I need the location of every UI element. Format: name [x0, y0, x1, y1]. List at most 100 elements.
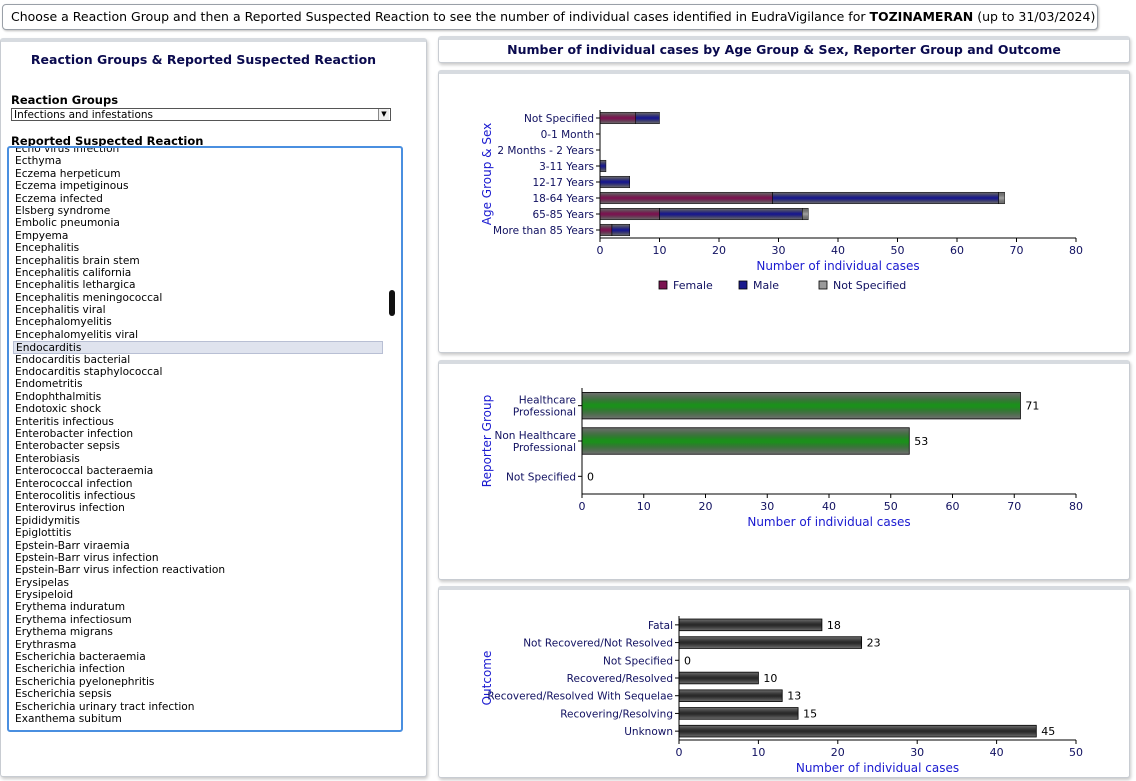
category-label: Recovered/Resolved — [567, 673, 673, 685]
x-axis-title: Number of individual cases — [747, 515, 910, 529]
x-tick-label: 0 — [579, 500, 586, 513]
legend-label: Not Specified — [833, 279, 906, 292]
bar — [678, 671, 759, 685]
reaction-list-item[interactable]: Endotoxic shock — [15, 403, 383, 415]
scrollbar-thumb[interactable] — [389, 290, 395, 316]
bar-segment — [599, 111, 636, 125]
reaction-list: Echo virus infection Ecthyma Eczema herpet… — [13, 148, 383, 725]
outcome-chart-panel: 0 10 20 30 40 50 Number of individual cases Out… — [438, 586, 1130, 778]
reaction-list-item[interactable]: Elsberg syndrome — [15, 205, 383, 217]
reaction-list-item[interactable]: Encephalitis viral — [15, 304, 383, 316]
product-name: TOZINAMERAN — [869, 9, 974, 24]
bar — [678, 707, 799, 720]
bar — [678, 724, 1037, 738]
category-label: Non Healthcare — [494, 430, 576, 442]
x-tick-label: 60 — [946, 500, 960, 513]
charts-title: Number of individual cases by Age Group … — [507, 42, 1061, 57]
reaction-list-item[interactable]: Encephalitis california — [15, 267, 383, 279]
reaction-list-item[interactable]: Enterococcal bacteraemia — [15, 465, 383, 477]
reaction-list-item[interactable]: Encephalomyelitis — [15, 316, 383, 328]
reaction-list-item[interactable]: Endocarditis bacterial — [15, 354, 383, 366]
x-tick-label: 70 — [1010, 244, 1024, 257]
x-axis-title: Number of individual cases — [756, 259, 919, 273]
bar-segment — [611, 223, 630, 237]
data-label: 15 — [803, 707, 817, 720]
x-tick-label: 30 — [772, 244, 786, 257]
data-label: 45 — [1041, 725, 1055, 738]
reaction-list-item[interactable]: Endophthalmitis — [15, 391, 383, 403]
reaction-list-item[interactable]: Erythema migrans — [15, 626, 383, 638]
reaction-list-item[interactable]: Echo virus infection — [15, 148, 383, 155]
bar-segment — [599, 223, 613, 237]
reaction-list-item[interactable]: Enterobacter sepsis — [15, 440, 383, 452]
reaction-list-item[interactable]: Enterobiasis — [15, 453, 383, 465]
reaction-list-item[interactable]: Escherichia pyelonephritis — [15, 676, 383, 688]
reaction-list-item[interactable]: Epiglottitis — [15, 527, 383, 539]
reaction-group-dropdown[interactable]: Infections and infestations ▼ — [11, 108, 391, 121]
category-label: 0-1 Month — [541, 129, 594, 141]
y-axis-title: Reporter Group — [480, 395, 494, 487]
charts-header: Number of individual cases by Age Group … — [438, 36, 1130, 63]
reporter-chart-panel: 0 10 20 30 40 50 60 70 80 Number of individual ca… — [438, 360, 1130, 580]
x-tick-label: 80 — [1069, 244, 1083, 257]
x-tick-label: 30 — [910, 746, 924, 759]
reaction-list-item[interactable]: Encephalitis meningococcal — [15, 292, 383, 304]
x-tick-label: 20 — [712, 244, 726, 257]
reaction-list-item[interactable]: Eczema infected — [15, 193, 383, 205]
data-label: 18 — [827, 619, 841, 632]
age-sex-chart-panel: 0 10 20 30 40 50 60 70 80 Number of individual ca… — [438, 70, 1130, 353]
reaction-list-item[interactable]: Escherichia urinary tract infection — [15, 701, 383, 713]
reaction-list-item[interactable]: Encephalitis lethargica — [15, 279, 383, 291]
reaction-list-item[interactable]: Ecthyma — [15, 155, 383, 167]
reaction-list-item[interactable]: Exanthema subitum — [15, 713, 383, 725]
reaction-list-item[interactable]: Escherichia infection — [15, 663, 383, 675]
category-label: Professional — [513, 407, 576, 419]
reaction-list-item[interactable]: Encephalitis brain stem — [15, 255, 383, 267]
bar-segment — [772, 191, 999, 205]
category-label: Professional — [513, 442, 576, 454]
reaction-list-item[interactable]: Erysipeloid — [15, 589, 383, 601]
category-label: Fatal — [648, 620, 673, 632]
dropdown-arrow-icon[interactable]: ▼ — [378, 109, 389, 120]
reaction-list-item[interactable]: Epstein-Barr viraemia — [15, 540, 383, 552]
reaction-list-item[interactable]: Endocarditis — [13, 341, 383, 354]
reaction-list-item[interactable]: Erythema induratum — [15, 601, 383, 613]
reaction-list-item[interactable]: Eczema herpeticum — [15, 168, 383, 180]
reaction-list-item[interactable]: Epstein-Barr virus infection reactivatio… — [15, 564, 383, 576]
reaction-list-item[interactable]: Erythema infectiosum — [15, 614, 383, 626]
x-tick-label: 30 — [760, 500, 774, 513]
bar-segment — [802, 207, 809, 221]
reaction-list-item[interactable]: Escherichia sepsis — [15, 688, 383, 700]
reaction-list-item[interactable]: Escherichia bacteraemia — [15, 651, 383, 663]
legend-label: Female — [673, 279, 713, 292]
category-label: 12-17 Years — [532, 177, 594, 189]
reaction-list-item[interactable]: Epididymitis — [15, 515, 383, 527]
reaction-list-item[interactable]: Endocarditis staphylococcal — [15, 366, 383, 378]
panel-title: Reaction Groups & Reported Suspected Rea… — [30, 52, 377, 67]
reaction-list-item[interactable]: Empyema — [15, 230, 383, 242]
reaction-list-item[interactable]: Embolic pneumonia — [15, 217, 383, 229]
reaction-list-item[interactable]: Encephalomyelitis viral — [15, 329, 383, 341]
reaction-list-item[interactable]: Erysipelas — [15, 577, 383, 589]
reporter-group-chart: 0 10 20 30 40 50 60 70 80 Number of individual ca… — [480, 388, 1083, 529]
category-label: Not Specified — [524, 113, 594, 125]
reaction-list-item[interactable]: Enterobacter infection — [15, 428, 383, 440]
reaction-list-item[interactable]: Enterocolitis infectious — [15, 490, 383, 502]
reaction-list-item[interactable]: Encephalitis — [15, 242, 383, 254]
data-label: 0 — [587, 470, 594, 483]
reaction-list-item[interactable]: Enteritis infectious — [15, 416, 383, 428]
category-label: Recovered/Resolved With Sequelae — [487, 691, 673, 703]
reaction-groups-label: Reaction Groups — [11, 93, 119, 107]
reported-reaction-listbox[interactable]: Echo virus infection Ecthyma Eczema herpet… — [7, 146, 403, 732]
reaction-list-item[interactable]: Eczema impetiginous — [15, 180, 383, 192]
category-label: Unknown — [624, 726, 673, 738]
reaction-list-item[interactable]: Enterovirus infection — [15, 502, 383, 514]
data-label: 71 — [1025, 400, 1039, 413]
reaction-list-item[interactable]: Enterococcal infection — [15, 478, 383, 490]
y-axis-title: Age Group & Sex — [480, 123, 494, 225]
reaction-list-item[interactable]: Erythrasma — [15, 639, 383, 651]
reaction-list-item[interactable]: Endometritis — [15, 378, 383, 390]
x-tick-label: 70 — [1007, 500, 1021, 513]
reaction-list-item[interactable]: Epstein-Barr virus infection — [15, 552, 383, 564]
bar-segment — [599, 159, 607, 173]
